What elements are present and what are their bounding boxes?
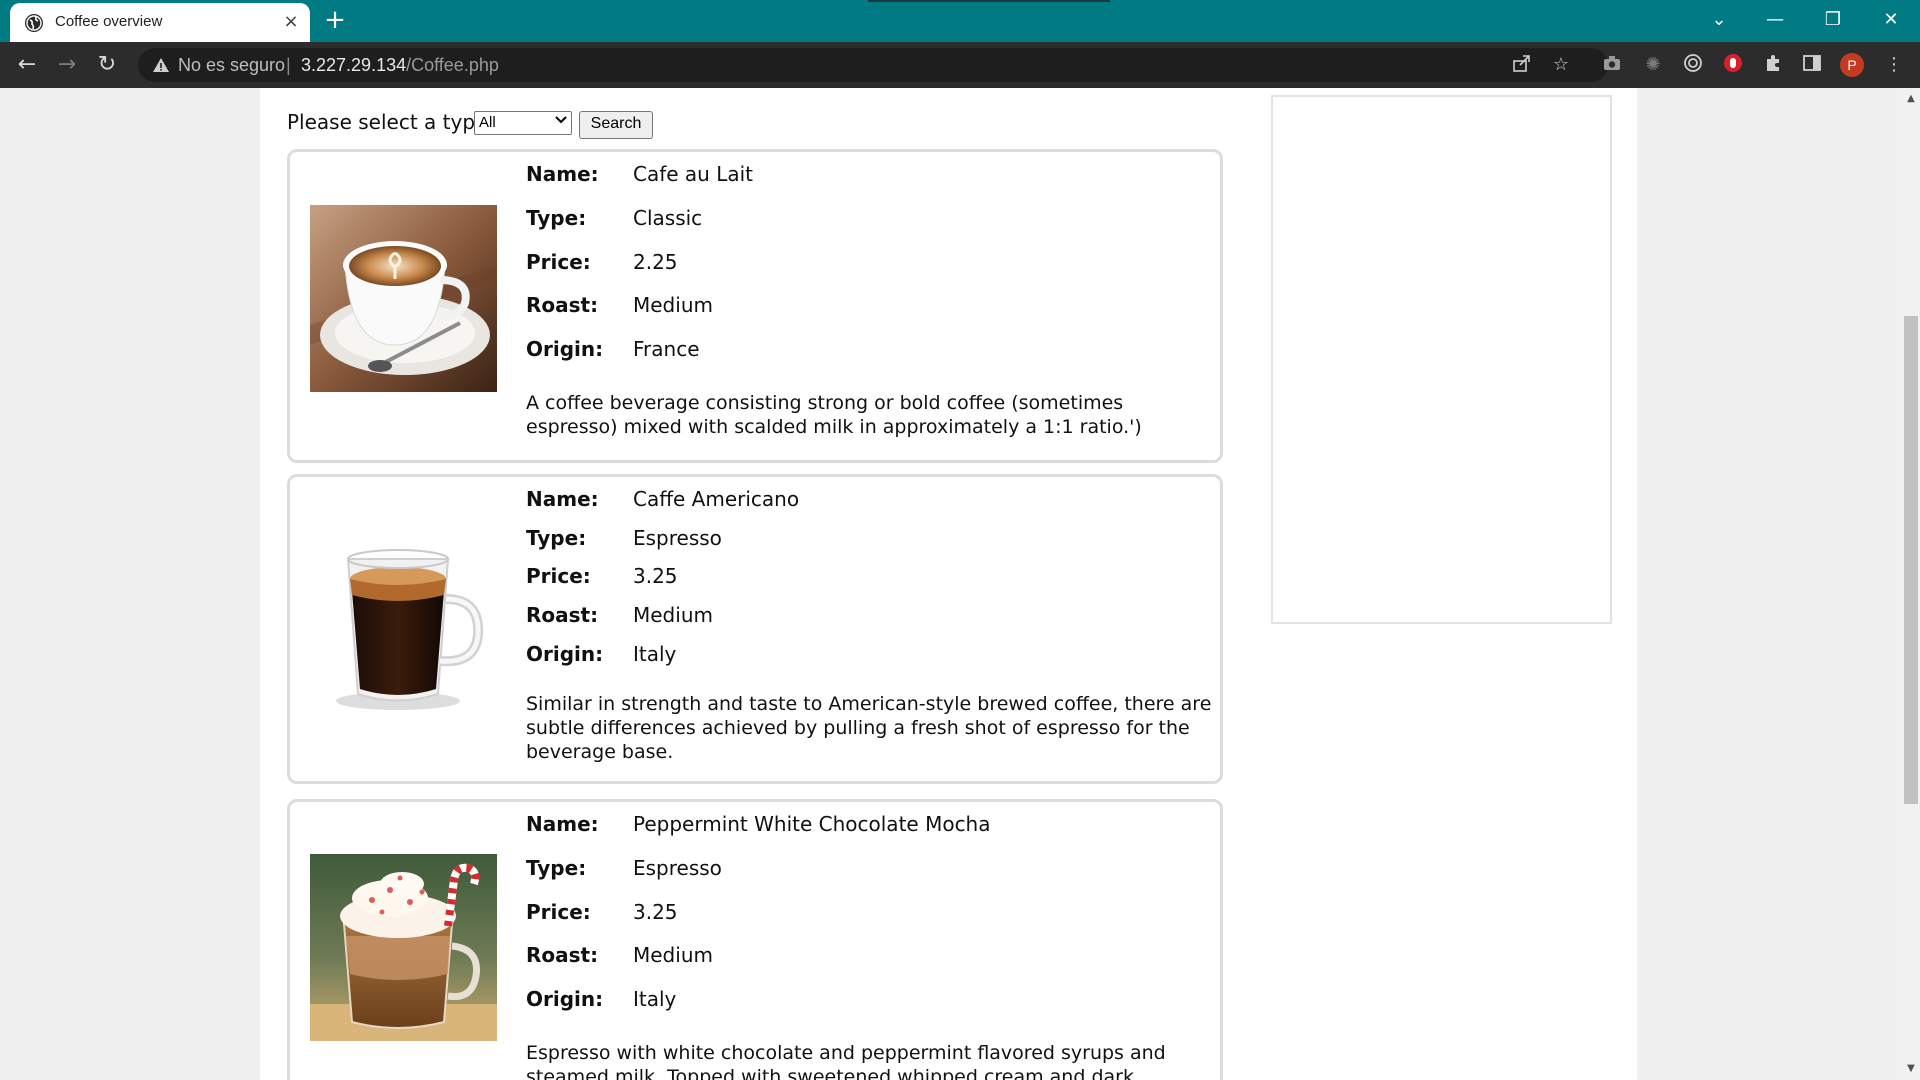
bookmark-star-icon[interactable]: ☆	[1549, 53, 1573, 77]
address-bar[interactable]: No es seguro | 3.227.29.134/Coffee.php	[138, 48, 1608, 82]
forward-icon[interactable]: →	[50, 48, 84, 82]
close-tab-icon[interactable]: ×	[280, 11, 302, 33]
origin-label: Origin:	[526, 337, 604, 361]
tab-title: Coffee overview	[55, 13, 163, 30]
reload-icon[interactable]: ↻	[90, 48, 124, 82]
kebab-menu-icon[interactable]: ⋮	[1882, 53, 1906, 77]
page-scrollbar[interactable]: ▲ ▼	[1902, 88, 1920, 1080]
type-select-value: All	[479, 114, 496, 131]
camera-icon[interactable]	[1600, 53, 1624, 77]
sidebar-icon[interactable]	[1800, 53, 1824, 77]
type-label: Type:	[526, 526, 587, 550]
page-viewport: Please select a type: All Search Name: C…	[0, 88, 1902, 1080]
name-label: Name:	[526, 812, 599, 836]
security-status[interactable]: No es seguro	[178, 55, 285, 76]
type-label: Type:	[526, 206, 587, 230]
roast-label: Roast:	[526, 293, 599, 317]
search-button[interactable]: Search	[579, 111, 653, 139]
address-separator: |	[286, 55, 291, 75]
puzzle-icon[interactable]	[1761, 53, 1785, 77]
warning-icon	[153, 58, 169, 72]
minimize-icon[interactable]: —	[1747, 0, 1803, 40]
share-icon[interactable]	[1510, 53, 1534, 77]
back-icon[interactable]: ←	[10, 48, 44, 82]
browser-tab-bar: Coffee overview × + ⌄ — ❐ ✕	[0, 0, 1920, 42]
price-label: Price:	[526, 250, 591, 274]
coffee-card: Name: Caffe Americano Type: Espresso Pri…	[287, 474, 1223, 784]
coffee-type: Espresso	[633, 526, 722, 550]
address-path: /Coffee.php	[406, 55, 499, 75]
price-label: Price:	[526, 564, 591, 588]
side-panel	[1271, 95, 1612, 624]
scroll-up-icon[interactable]: ▲	[1902, 92, 1920, 106]
coffee-description: Espresso with white chocolate and pepper…	[526, 1042, 1166, 1080]
price-label: Price:	[526, 900, 591, 924]
coffee-name: Caffe Americano	[633, 487, 800, 511]
close-window-icon[interactable]: ✕	[1863, 0, 1919, 40]
extension-icon[interactable]: ✺	[1641, 53, 1665, 77]
coffee-roast: Medium	[633, 293, 713, 317]
profile-avatar[interactable]: P	[1840, 53, 1864, 77]
tab-search-icon[interactable]: ⌄	[1691, 0, 1747, 40]
coffee-name: Peppermint White Chocolate Mocha	[633, 812, 991, 836]
coffee-price: 3.25	[633, 564, 678, 588]
coffee-photo	[310, 205, 497, 392]
coffee-price: 2.25	[633, 250, 678, 274]
browser-tab[interactable]: Coffee overview ×	[10, 3, 310, 42]
scrollbar-thumb[interactable]	[1904, 316, 1918, 804]
coffee-card: Name: Peppermint White Chocolate Mocha T…	[287, 799, 1223, 1080]
coffee-name: Cafe au Lait	[633, 162, 754, 186]
coffee-origin: Italy	[633, 642, 677, 666]
new-tab-icon[interactable]: +	[322, 7, 348, 34]
type-filter-label: Please select a type:	[287, 110, 495, 134]
address-host: 3.227.29.134	[301, 55, 407, 75]
origin-label: Origin:	[526, 642, 604, 666]
browser-toolbar: ← → ↻ No es seguro | 3.227.29.134/Coffee…	[0, 42, 1920, 88]
extension-red-icon[interactable]	[1721, 53, 1745, 77]
scroll-down-icon[interactable]: ▼	[1902, 1062, 1920, 1076]
coffee-roast: Medium	[633, 603, 713, 627]
type-label: Type:	[526, 856, 587, 880]
roast-label: Roast:	[526, 603, 599, 627]
coffee-photo	[310, 854, 497, 1041]
globe-icon	[25, 14, 43, 32]
origin-label: Origin:	[526, 987, 604, 1011]
name-label: Name:	[526, 162, 599, 186]
coffee-type: Classic	[633, 206, 703, 230]
restore-icon[interactable]: ❐	[1805, 0, 1861, 40]
coffee-roast: Medium	[633, 943, 713, 967]
coffee-photo	[310, 529, 497, 716]
coffee-card: Name: Cafe au Lait Type: Classic Price: …	[287, 149, 1223, 463]
coffee-origin: Italy	[633, 987, 677, 1011]
target-icon[interactable]	[1681, 53, 1705, 77]
name-label: Name:	[526, 487, 599, 511]
drag-indicator	[868, 0, 1110, 2]
coffee-type: Espresso	[633, 856, 722, 880]
address-url[interactable]: 3.227.29.134/Coffee.php	[301, 55, 499, 76]
coffee-description: A coffee beverage consisting strong or b…	[526, 392, 1142, 438]
type-select[interactable]: All	[474, 111, 572, 135]
coffee-description: Similar in strength and taste to America…	[526, 693, 1212, 763]
coffee-origin: France	[633, 337, 700, 361]
chevron-down-icon	[555, 115, 567, 128]
roast-label: Roast:	[526, 943, 599, 967]
coffee-price: 3.25	[633, 900, 678, 924]
